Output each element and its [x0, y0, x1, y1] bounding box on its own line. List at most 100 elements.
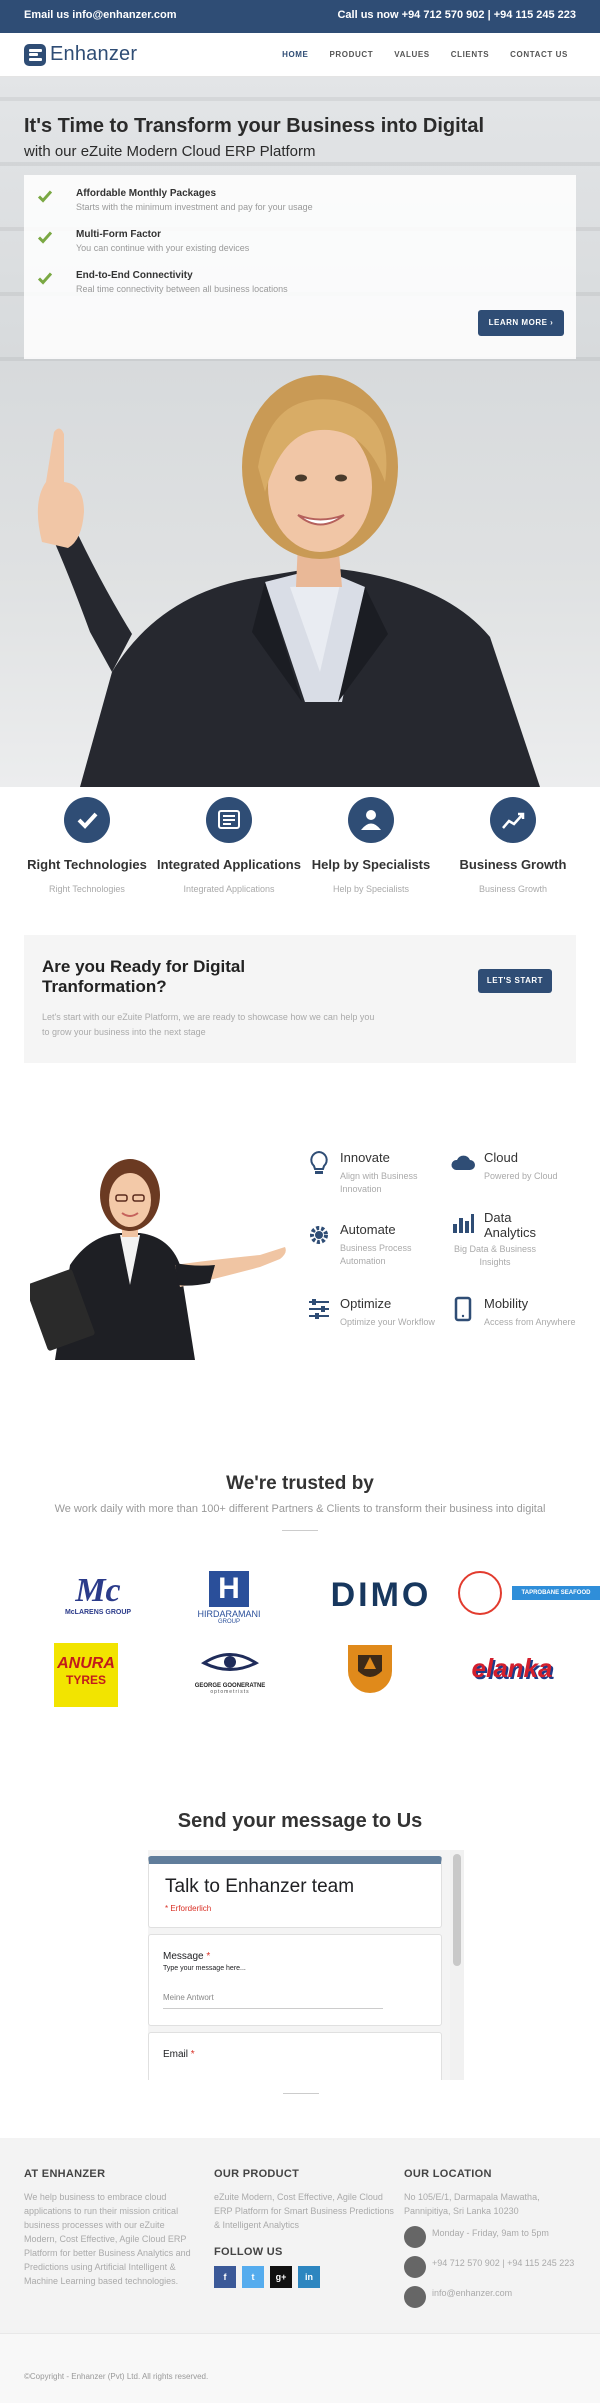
footer-location: OUR LOCATION No 105/E/1, Darmapala Mawat… [404, 2168, 580, 2308]
client-logo-george-gooneratne: GEORGE GOONERATNE optometrists [190, 1648, 270, 1695]
feature-desc: Real time connectivity between all busin… [76, 284, 288, 294]
footer-phone[interactable]: +94 712 570 902 | +94 115 245 223 [432, 2258, 574, 2268]
client-logo-emblem [348, 1645, 392, 1693]
nav-item-values[interactable]: VALUES [394, 50, 429, 59]
envelope-icon [404, 2286, 426, 2308]
benefit-title: Automate [340, 1222, 396, 1237]
lets-start-button[interactable]: LET'S START [478, 969, 552, 993]
section-divider [283, 2093, 319, 2094]
service-title: Business Growth [459, 857, 567, 872]
service-desc: Right Technologies [49, 884, 125, 894]
footer-follow-title: FOLLOW US [214, 2246, 283, 2258]
message-label: Message * [163, 1951, 211, 1962]
email-question-card: Email * [148, 2032, 442, 2080]
footer-about-text: We help business to embrace cloud applic… [24, 2192, 191, 2286]
george-sub: optometrists [210, 1689, 250, 1695]
feature-title: Affordable Monthly Packages [76, 188, 217, 199]
twitter-icon[interactable]: t [242, 2266, 264, 2288]
brand-name: Enhanzer [50, 43, 138, 65]
message-question-card: Message * Type your message here... Mein… [148, 1934, 442, 2026]
footer-location-title: OUR LOCATION [404, 2168, 492, 2180]
message-hint: Type your message here... [163, 1965, 246, 1972]
emblem-icon [358, 1655, 382, 1677]
taprobane-lobster-icon [458, 1571, 502, 1615]
taprobane-name: TAPROBANE SEAFOOD [512, 1586, 600, 1600]
check-icon [38, 231, 52, 244]
footer-phone-row: +94 712 570 902 | +94 115 245 223 [404, 2256, 580, 2278]
email-label: Email * [163, 2049, 195, 2060]
form-required-note: * Erforderlich [165, 1904, 212, 1913]
topbar-email[interactable]: Email us info@enhanzer.com [24, 9, 177, 21]
client-logo-mclarens: Mc McLARENS GROUP [58, 1573, 138, 1617]
nav-item-home[interactable]: HOME [282, 50, 308, 59]
embedded-contact-form: Talk to Enhanzer team * Erforderlich Mes… [148, 1850, 464, 2080]
linkedin-icon[interactable]: in [298, 2266, 320, 2288]
client-logo-dimo: DIMO [326, 1577, 436, 1613]
service-title: Right Technologies [27, 857, 147, 872]
benefit-desc: Big Data & Business Insights [453, 1244, 537, 1267]
mobile-icon [454, 1296, 472, 1322]
form-title: Talk to Enhanzer team [165, 1876, 355, 1897]
footer-address: No 105/E/1, Darmapala Mawatha, Pannipiti… [404, 2192, 540, 2216]
service-integrated-applications: Integrated Applications Integrated Appli… [154, 797, 304, 894]
footer-about-title: AT ENHANZER [24, 2168, 106, 2180]
footer-email-row: info@enhanzer.com [404, 2286, 580, 2308]
message-input[interactable]: Meine Antwort [163, 1993, 383, 2009]
main-navbar: Enhanzer HOME PRODUCT VALUES CLIENTS CON… [0, 33, 600, 77]
nav-item-product[interactable]: PRODUCT [329, 50, 373, 59]
hero-businesswoman-image [37, 375, 540, 787]
gear-icon [310, 1226, 328, 1244]
specialist-icon [348, 797, 394, 843]
service-desc: Help by Specialists [332, 884, 410, 894]
hirdaramani-sub: GROUP [217, 1619, 240, 1625]
bar-chart-icon [453, 1214, 474, 1233]
cloud-icon [451, 1155, 475, 1170]
nav-menu: HOME PRODUCT VALUES CLIENTS CONTACT US [282, 50, 568, 59]
benefit-title: Innovate [340, 1150, 390, 1165]
cta-title: Are you Ready for Digital Tranformation? [42, 957, 246, 996]
form-scrollbar[interactable] [450, 1850, 464, 2080]
copyright-bar: ©Copyright - Enhanzer (Pvt) Ltd. All rig… [0, 2333, 600, 2403]
nav-item-clients[interactable]: CLIENTS [451, 50, 489, 59]
hero-subtitle: with our eZuite Modern Cloud ERP Platfor… [24, 143, 316, 160]
phone-icon [404, 2256, 426, 2278]
topbar-phone[interactable]: Call us now +94 712 570 902 | +94 115 24… [337, 9, 576, 21]
hirdaramani-name: HIRDARAMANI [197, 1609, 261, 1619]
service-title: Help by Specialists [311, 857, 431, 872]
feature-desc: Starts with the minimum investment and p… [76, 202, 313, 212]
benefit-desc: Align with Business Innovation [340, 1171, 418, 1194]
presenter-woman-image [30, 1159, 286, 1360]
client-logo-hirdaramani: H HIRDARAMANI GROUP [184, 1571, 274, 1625]
service-business-growth: Business Growth Business Growth [438, 797, 588, 894]
form-scrollbar-thumb[interactable] [453, 1854, 461, 1966]
nav-item-contact-us[interactable]: CONTACT US [510, 50, 568, 59]
benefit-desc: Access from Anywhere [484, 1317, 576, 1327]
hero-section: It's Time to Transform your Business int… [0, 77, 600, 787]
trusted-title: We're trusted by [226, 1473, 374, 1494]
mclarens-name: McLARENS GROUP [64, 1609, 132, 1616]
benefit-title: Optimize [340, 1296, 392, 1311]
top-contact-bar: Email us info@enhanzer.com Call us now +… [0, 0, 600, 33]
brand-logo[interactable]: Enhanzer [24, 43, 137, 66]
hero-feature-card: Affordable Monthly Packages Starts with … [24, 175, 576, 359]
site-footer: AT ENHANZER We help business to embrace … [0, 2138, 600, 2333]
learn-more-button[interactable]: LEARN MORE › [478, 310, 564, 336]
service-right-technologies: Right Technologies Right Technologies [12, 797, 162, 894]
benefit-desc: Optimize your Workflow [340, 1317, 435, 1327]
calendar-icon [404, 2226, 426, 2248]
benefit-title: Cloud [484, 1150, 518, 1165]
benefit-title: Mobility [484, 1296, 529, 1311]
footer-product-text: eZuite Modern, Cost Effective, Agile Clo… [214, 2192, 394, 2230]
facebook-icon[interactable]: f [214, 2266, 236, 2288]
benefit-desc: Business Process Automation [340, 1243, 412, 1266]
check-icon [64, 797, 110, 843]
footer-email[interactable]: info@enhanzer.com [432, 2288, 512, 2298]
sliders-icon [309, 1299, 329, 1319]
footer-product-title: OUR PRODUCT [214, 2168, 300, 2180]
google-plus-icon[interactable]: g+ [270, 2266, 292, 2288]
service-title: Integrated Applications [157, 857, 301, 872]
growth-chart-icon [490, 797, 536, 843]
anura-name: ANURA [57, 1655, 115, 1672]
hirdaramani-mark: H [209, 1571, 249, 1607]
footer-product: OUR PRODUCT eZuite Modern, Cost Effectiv… [214, 2168, 394, 2288]
